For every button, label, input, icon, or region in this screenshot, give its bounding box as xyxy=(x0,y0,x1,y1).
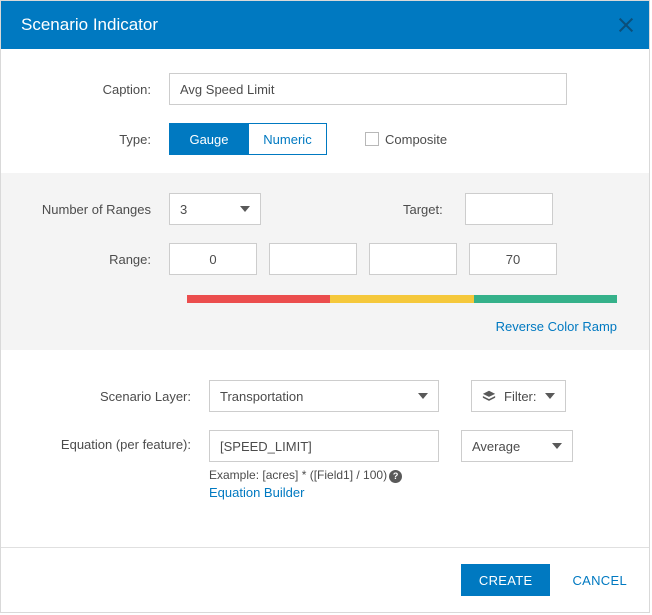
dialog-header: Scenario Indicator xyxy=(1,1,649,49)
create-button[interactable]: CREATE xyxy=(461,564,551,596)
equation-row: Equation (per feature): Average Example:… xyxy=(19,430,617,500)
equation-label: Equation (per feature): xyxy=(19,430,209,454)
caption-input[interactable] xyxy=(169,73,567,105)
composite-checkbox-wrap[interactable]: Composite xyxy=(365,132,447,147)
range-input-2[interactable] xyxy=(369,243,457,275)
dialog-title: Scenario Indicator xyxy=(21,15,158,35)
equation-builder-link[interactable]: Equation Builder xyxy=(209,485,304,500)
range-input-0[interactable] xyxy=(169,243,257,275)
ramp-segment-red xyxy=(187,295,330,303)
color-ramp xyxy=(187,295,617,303)
filter-button[interactable]: Filter: xyxy=(471,380,566,412)
caption-label: Caption: xyxy=(19,82,169,97)
num-ranges-label: Number of Ranges xyxy=(19,202,169,217)
range-input-1[interactable] xyxy=(269,243,357,275)
dialog-footer: CREATE CANCEL xyxy=(1,547,649,612)
ramp-segment-green xyxy=(474,295,617,303)
aggregate-select[interactable]: Average xyxy=(461,430,573,462)
composite-checkbox[interactable] xyxy=(365,132,379,146)
cancel-button[interactable]: CANCEL xyxy=(572,573,627,588)
chevron-down-icon xyxy=(240,206,250,212)
reverse-ramp-link[interactable]: Reverse Color Ramp xyxy=(496,319,617,334)
type-numeric-button[interactable]: Numeric xyxy=(248,124,326,154)
range-row: Range: xyxy=(19,243,617,275)
num-ranges-value: 3 xyxy=(180,202,187,217)
scenario-layer-select[interactable]: Transportation xyxy=(209,380,439,412)
num-ranges-row: Number of Ranges 3 Target: xyxy=(19,193,617,225)
target-input[interactable] xyxy=(465,193,553,225)
equation-input[interactable] xyxy=(209,430,439,462)
close-icon[interactable] xyxy=(617,16,635,34)
dialog-body: Caption: Type: Gauge Numeric Composite N… xyxy=(1,49,649,547)
caption-row: Caption: xyxy=(19,73,617,105)
ramp-segment-yellow xyxy=(330,295,473,303)
filter-label: Filter: xyxy=(504,389,537,404)
type-gauge-button[interactable]: Gauge xyxy=(170,124,248,154)
type-label: Type: xyxy=(19,132,169,147)
help-icon[interactable]: ? xyxy=(389,470,402,483)
scenario-indicator-dialog: Scenario Indicator Caption: Type: Gauge … xyxy=(0,0,650,613)
target-label: Target: xyxy=(403,202,443,217)
chevron-down-icon xyxy=(552,443,562,449)
range-input-3[interactable] xyxy=(469,243,557,275)
equation-example: Example: [acres] * ([Field1] / 100) xyxy=(209,468,387,482)
type-row: Type: Gauge Numeric Composite xyxy=(19,123,617,155)
aggregate-value: Average xyxy=(472,439,520,454)
scenario-layer-row: Scenario Layer: Transportation Filter: xyxy=(19,380,617,412)
layers-icon xyxy=(482,389,496,403)
composite-label: Composite xyxy=(385,132,447,147)
chevron-down-icon xyxy=(545,393,555,399)
gauge-config-section: Number of Ranges 3 Target: Range: xyxy=(1,173,649,350)
type-toggle: Gauge Numeric xyxy=(169,123,327,155)
chevron-down-icon xyxy=(418,393,428,399)
range-label: Range: xyxy=(19,252,169,267)
num-ranges-select[interactable]: 3 xyxy=(169,193,261,225)
scenario-layer-value: Transportation xyxy=(220,389,303,404)
scenario-layer-label: Scenario Layer: xyxy=(19,389,209,404)
